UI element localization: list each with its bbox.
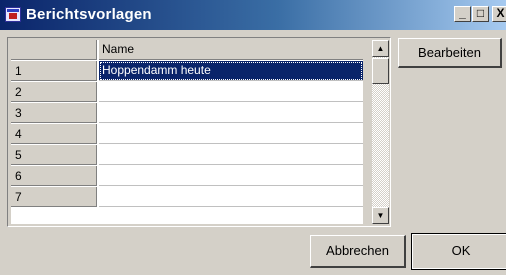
edit-button[interactable]: Bearbeiten: [398, 38, 502, 68]
cancel-button[interactable]: Abbrechen: [310, 235, 406, 268]
row-header[interactable]: 4: [11, 124, 97, 144]
scroll-up-button[interactable]: ▲: [372, 40, 389, 57]
report-template-grid[interactable]: Name 1 Hoppendamm heute 2 3 4 5 6 7: [11, 40, 363, 224]
table-row[interactable]: 2: [11, 82, 363, 103]
grid-header-row: Name: [11, 40, 363, 61]
maximize-button[interactable]: □: [472, 6, 489, 22]
table-row[interactable]: 1 Hoppendamm heute: [11, 61, 363, 82]
scroll-down-button[interactable]: ▼: [372, 207, 389, 224]
column-header-name[interactable]: Name: [99, 40, 363, 60]
table-row[interactable]: 6: [11, 166, 363, 187]
name-cell[interactable]: [99, 145, 363, 165]
grid-corner-cell[interactable]: [11, 40, 97, 60]
row-header[interactable]: 2: [11, 82, 97, 102]
scroll-thumb[interactable]: [372, 58, 389, 84]
row-header[interactable]: 7: [11, 187, 97, 207]
row-header[interactable]: 5: [11, 145, 97, 165]
vertical-scrollbar[interactable]: ▲ ▼: [372, 40, 389, 224]
table-row[interactable]: 5: [11, 145, 363, 166]
table-row[interactable]: 7: [11, 187, 363, 208]
row-header[interactable]: 3: [11, 103, 97, 123]
window-title: Berichtsvorlagen: [26, 6, 152, 23]
name-cell[interactable]: Hoppendamm heute: [99, 61, 363, 81]
title-bar[interactable]: Berichtsvorlagen _ □ X: [0, 0, 506, 30]
ok-button[interactable]: OK: [411, 233, 506, 270]
row-header[interactable]: 6: [11, 166, 97, 186]
report-app-icon[interactable]: [5, 7, 21, 22]
table-row[interactable]: 3: [11, 103, 363, 124]
name-cell[interactable]: [99, 187, 363, 207]
name-cell[interactable]: [99, 124, 363, 144]
row-header[interactable]: 1: [11, 61, 97, 81]
close-button[interactable]: X: [492, 6, 506, 22]
name-cell[interactable]: [99, 103, 363, 123]
name-cell[interactable]: [99, 82, 363, 102]
table-row[interactable]: 4: [11, 124, 363, 145]
name-cell[interactable]: [99, 166, 363, 186]
minimize-button[interactable]: _: [454, 6, 471, 22]
